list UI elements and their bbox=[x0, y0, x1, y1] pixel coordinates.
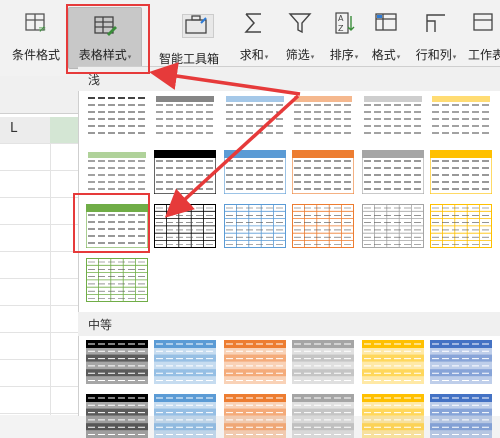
arrow-to-selected-style bbox=[164, 94, 300, 218]
annotation-arrows bbox=[149, 62, 301, 218]
arrow-to-table-style bbox=[149, 62, 301, 96]
